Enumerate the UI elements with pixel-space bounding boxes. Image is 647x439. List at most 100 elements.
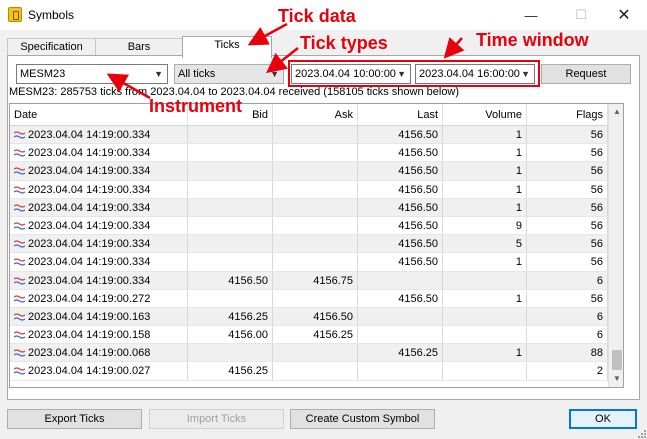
- tick-wave-icon: [14, 313, 25, 321]
- cell-date: 2023.04.04 14:19:00.334: [10, 180, 188, 198]
- cell-date: 2023.04.04 14:19:00.334: [10, 144, 188, 162]
- table-row[interactable]: 2023.04.04 14:19:00.158 4156.00 4156.25 6: [10, 326, 608, 345]
- tab-ticks[interactable]: Ticks: [182, 36, 272, 58]
- cell-flags: 6: [527, 307, 608, 326]
- vertical-scrollbar[interactable]: ▲ ▼: [608, 104, 623, 387]
- column-header-flags[interactable]: Flags: [527, 104, 608, 126]
- symbol-value: MESM23: [20, 68, 66, 80]
- cell-bid: [188, 344, 273, 362]
- scroll-down-icon[interactable]: ▼: [609, 371, 623, 387]
- table-row[interactable]: 2023.04.04 14:19:00.068 4156.25 1 88: [10, 344, 608, 363]
- maximize-button[interactable]: ☐: [558, 0, 604, 30]
- cell-last: 4156.50: [358, 180, 443, 198]
- tick-date: 2023.04.04 14:19:00.334: [28, 183, 151, 196]
- request-button[interactable]: Request: [541, 64, 631, 84]
- window-title: Symbols: [28, 8, 75, 22]
- cell-last: 4156.50: [358, 253, 443, 271]
- import-ticks-button[interactable]: Import Ticks: [149, 409, 284, 429]
- tab-bars[interactable]: Bars: [95, 38, 183, 56]
- table-row[interactable]: 2023.04.04 14:19:00.334 4156.50 1 56: [10, 126, 608, 145]
- cell-date: 2023.04.04 14:19:00.334: [10, 198, 188, 216]
- tick-wave-icon: [14, 167, 25, 175]
- tick-date: 2023.04.04 14:19:00.334: [28, 219, 151, 232]
- cell-volume: 1: [443, 180, 527, 198]
- cell-ask: 4156.75: [273, 271, 358, 289]
- table-row[interactable]: 2023.04.04 14:19:00.334 4156.50 9 56: [10, 216, 608, 236]
- cell-ask: [273, 344, 358, 362]
- cell-bid: [188, 253, 273, 271]
- cell-bid: [188, 198, 273, 216]
- table-row[interactable]: 2023.04.04 14:19:00.334 4156.50 5 56: [10, 235, 608, 254]
- tick-date: 2023.04.04 14:19:00.068: [28, 347, 151, 360]
- tick-date: 2023.04.04 14:19:00.334: [28, 129, 151, 141]
- table-row[interactable]: 2023.04.04 14:19:00.334 4156.50 1 56: [10, 180, 608, 199]
- cell-flags: 56: [527, 253, 608, 271]
- cell-volume: 9: [443, 216, 527, 235]
- cell-ask: 4156.50: [273, 307, 358, 326]
- cell-date: 2023.04.04 14:19:00.334: [10, 126, 188, 144]
- cell-date: 2023.04.04 14:19:00.068: [10, 344, 188, 362]
- cell-last: 4156.50: [358, 235, 443, 253]
- cell-bid: [188, 126, 273, 144]
- time-window-highlight-box: [288, 60, 540, 87]
- cell-last: [358, 362, 443, 380]
- cell-last: 4156.25: [358, 344, 443, 362]
- tick-wave-icon: [14, 331, 25, 339]
- ticks-table[interactable]: Date Bid Ask Last Volume Flags 2023.04.0…: [9, 103, 624, 388]
- cell-last: [358, 326, 443, 344]
- table-row[interactable]: 2023.04.04 14:19:00.334 4156.50 4156.75 6: [10, 271, 608, 290]
- resize-grip-icon[interactable]: [635, 427, 647, 439]
- minimize-button[interactable]: —: [508, 0, 554, 30]
- table-row[interactable]: 2023.04.04 14:19:00.027 4156.25 2: [10, 362, 608, 381]
- cell-ask: [273, 216, 358, 235]
- column-header-volume[interactable]: Volume: [443, 104, 527, 126]
- cell-volume: [443, 362, 527, 380]
- table-row[interactable]: 2023.04.04 14:19:00.334 4156.50 1 56: [10, 162, 608, 181]
- cell-last: 4156.50: [358, 216, 443, 235]
- tick-date: 2023.04.04 14:19:00.158: [28, 329, 151, 342]
- cell-flags: 56: [527, 216, 608, 235]
- cell-bid: [188, 180, 273, 198]
- cell-last: 4156.50: [358, 162, 443, 180]
- cell-flags: 56: [527, 289, 608, 307]
- table-row[interactable]: 2023.04.04 14:19:00.272 4156.50 1 56: [10, 289, 608, 308]
- cell-date: 2023.04.04 14:19:00.163: [10, 307, 188, 326]
- scroll-up-icon[interactable]: ▲: [609, 104, 623, 120]
- cell-last: 4156.50: [358, 144, 443, 162]
- symbols-app-icon: [8, 7, 22, 22]
- column-header-ask[interactable]: Ask: [273, 104, 358, 126]
- cell-flags: 56: [527, 235, 608, 253]
- table-row[interactable]: 2023.04.04 14:19:00.334 4156.50 1 56: [10, 253, 608, 272]
- tick-date: 2023.04.04 14:19:00.272: [28, 292, 151, 305]
- annotation-time-window: Time window: [476, 30, 589, 50]
- cell-bid: [188, 216, 273, 235]
- create-custom-symbol-button[interactable]: Create Custom Symbol: [290, 409, 435, 429]
- cell-date: 2023.04.04 14:19:00.272: [10, 289, 188, 307]
- export-ticks-button[interactable]: Export Ticks: [7, 409, 142, 429]
- cell-flags: 2: [527, 362, 608, 380]
- cell-last: 4156.50: [358, 289, 443, 307]
- tick-date: 2023.04.04 14:19:00.334: [28, 274, 151, 287]
- tick-date: 2023.04.04 14:19:00.163: [28, 310, 151, 323]
- tick-wave-icon: [14, 185, 25, 194]
- scroll-thumb[interactable]: [612, 350, 622, 370]
- cell-volume: [443, 271, 527, 289]
- tick-type-select[interactable]: All ticks ▼: [174, 64, 284, 84]
- table-header: Date Bid Ask Last Volume Flags: [10, 104, 608, 126]
- tick-wave-icon: [14, 295, 25, 303]
- table-row[interactable]: 2023.04.04 14:19:00.334 4156.50 1 56: [10, 144, 608, 163]
- tab-specification[interactable]: Specification: [7, 38, 96, 56]
- cell-bid: 4156.50: [188, 271, 273, 289]
- table-row[interactable]: 2023.04.04 14:19:00.163 4156.25 4156.50 6: [10, 307, 608, 327]
- cell-ask: [273, 144, 358, 162]
- close-button[interactable]: ✕: [601, 0, 647, 30]
- cell-last: [358, 307, 443, 326]
- cell-volume: 1: [443, 126, 527, 144]
- cell-date: 2023.04.04 14:19:00.334: [10, 271, 188, 289]
- ok-button[interactable]: OK: [569, 409, 637, 429]
- table-row[interactable]: 2023.04.04 14:19:00.334 4156.50 1 56: [10, 198, 608, 217]
- column-header-last[interactable]: Last: [358, 104, 443, 126]
- cell-date: 2023.04.04 14:19:00.158: [10, 326, 188, 344]
- symbol-select[interactable]: MESM23 ▼: [16, 64, 168, 84]
- cell-ask: 4156.25: [273, 326, 358, 344]
